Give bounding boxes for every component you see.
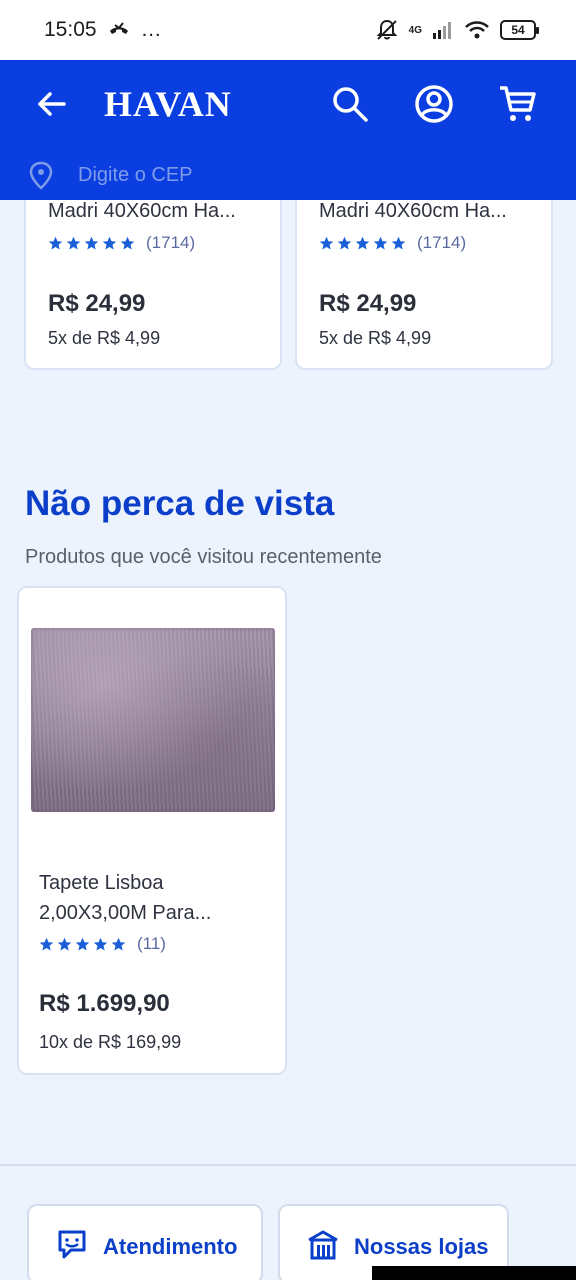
star-icon	[373, 236, 388, 249]
product-card[interactable]: Madri 40X60cm Ha... (1714) R$ 24,99 5x d…	[24, 200, 282, 370]
product-installments: 5x de R$ 4,99	[48, 328, 161, 348]
star-icon	[84, 236, 99, 249]
cart-icon[interactable]	[496, 82, 540, 126]
star-icon	[102, 236, 117, 249]
search-icon[interactable]	[328, 82, 372, 126]
battery-level: 54	[511, 23, 525, 37]
system-nav-bar	[372, 1266, 576, 1280]
status-left: 15:05 …	[44, 18, 162, 42]
app-header: HAVAN	[0, 60, 576, 200]
section-subtitle: Produtos que você visitou recentemente	[25, 546, 382, 568]
product-image[interactable]	[31, 628, 275, 812]
wifi-icon	[465, 21, 489, 39]
support-label: Atendimento	[103, 1234, 238, 1259]
recent-product-card[interactable]: Tapete Lisboa 2,00X3,00M Para... (11) R$…	[17, 586, 287, 1075]
product-title: Madri 40X60cm Ha...	[48, 200, 236, 222]
chat-support-icon	[58, 1230, 86, 1259]
footer-divider	[0, 1164, 576, 1166]
section-title: Não perca de vista	[25, 484, 335, 523]
muted-bell-icon	[376, 19, 398, 40]
star-icon	[75, 937, 90, 950]
havan-logo[interactable]: HAVAN	[104, 82, 232, 126]
back-arrow-icon[interactable]	[30, 82, 74, 126]
product-title-line2: 2,00X3,00M Para...	[39, 902, 212, 924]
status-right: 4G 54	[375, 18, 539, 42]
star-icon	[48, 236, 63, 249]
stores-label: Nossas lojas	[354, 1234, 489, 1259]
cep-input[interactable]	[78, 160, 378, 190]
star-icon	[39, 937, 54, 950]
rating-count: (1714)	[417, 233, 467, 252]
notification-more: …	[140, 18, 162, 41]
star-icon	[111, 937, 126, 950]
battery-indicator: 54	[500, 20, 539, 40]
product-card[interactable]: Madri 40X60cm Ha... (1714) R$ 24,99 5x d…	[295, 200, 553, 370]
network-type: 4G	[408, 24, 422, 36]
content[interactable]: Madri 40X60cm Ha... (1714) R$ 24,99 5x d…	[0, 200, 576, 1280]
star-icon	[337, 236, 352, 249]
cep-row	[0, 152, 576, 200]
product-price: R$ 1.699,90	[39, 990, 170, 1017]
status-time: 15:05	[44, 18, 97, 41]
product-title: Madri 40X60cm Ha...	[319, 200, 507, 222]
status-bar: 15:05 … 4G 54	[0, 0, 576, 60]
account-icon[interactable]	[412, 82, 456, 126]
rating-count: (1714)	[146, 233, 196, 252]
signal-icon	[433, 22, 451, 39]
store-icon	[308, 1230, 338, 1260]
product-installments: 5x de R$ 4,99	[319, 328, 432, 348]
product-price: R$ 24,99	[48, 290, 146, 317]
product-title-line1: Tapete Lisboa	[39, 872, 164, 894]
star-icon	[355, 236, 370, 249]
missed-call-icon	[109, 22, 128, 34]
star-icon	[120, 236, 135, 249]
location-pin-icon	[29, 161, 53, 190]
rating-count: (11)	[137, 934, 166, 953]
product-installments: 10x de R$ 169,99	[39, 1032, 182, 1052]
rating-stars: (1714)	[319, 233, 466, 253]
star-icon	[319, 236, 334, 249]
star-icon	[391, 236, 406, 249]
star-icon	[66, 236, 81, 249]
header-row: HAVAN	[0, 60, 576, 148]
product-price: R$ 24,99	[319, 290, 417, 317]
star-icon	[93, 937, 108, 950]
star-icon	[57, 937, 72, 950]
rating-stars: (11)	[39, 934, 166, 954]
support-button[interactable]: Atendimento	[27, 1204, 263, 1280]
rating-stars: (1714)	[48, 233, 195, 253]
